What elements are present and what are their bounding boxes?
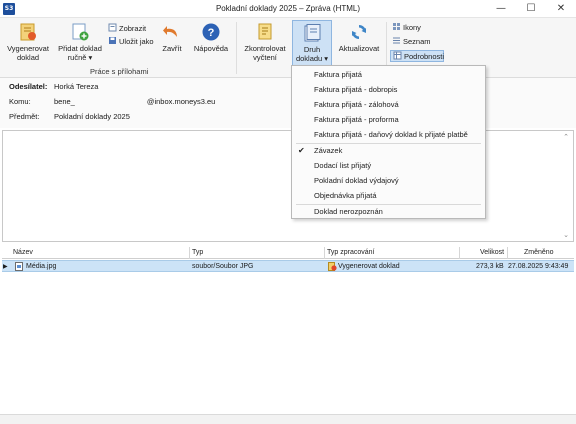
menu-item-pokladni-doklad-vydajovy[interactable]: Pokladní doklad výdajový bbox=[292, 173, 485, 188]
details-icon bbox=[393, 51, 402, 60]
column-divider[interactable] bbox=[507, 247, 508, 259]
menu-item-faktura-dobropis[interactable]: Faktura přijatá - dobropis bbox=[292, 82, 485, 97]
view-icons-option[interactable]: Ikony bbox=[390, 22, 444, 33]
attachment-type: soubor/Soubor JPG bbox=[192, 263, 254, 270]
message-body[interactable]: ⌃ ⌄ bbox=[2, 130, 574, 242]
generate-label-line2: doklad bbox=[16, 53, 40, 62]
view-list-option[interactable]: Seznam bbox=[390, 36, 444, 47]
maximize-button[interactable]: ☐ bbox=[516, 0, 546, 18]
subject-label: Předmět: bbox=[9, 112, 40, 121]
menu-item-faktura-proforma[interactable]: Faktura přijatá - proforma bbox=[292, 112, 485, 127]
menu-item-dodaci-list[interactable]: Dodací list přijatý bbox=[292, 158, 485, 173]
from-label: Odesílatel: bbox=[9, 82, 48, 91]
table-header: Název Typ Typ zpracování Velikost Změněn… bbox=[2, 247, 574, 259]
message-header: Odesílatel: Horká Tereza Komu: bene_ @inbox… bbox=[0, 78, 576, 128]
table-row[interactable]: ▶ Média.jpg soubor/Soubor JPG Vygenerova… bbox=[2, 260, 574, 272]
attachment-name: Média.jpg bbox=[26, 263, 57, 270]
row-pointer-icon: ▶ bbox=[3, 264, 8, 270]
to-value-name: bene_ bbox=[54, 97, 75, 106]
column-modified-header[interactable]: Změněno bbox=[524, 248, 554, 258]
column-size-header[interactable]: Velikost bbox=[480, 248, 504, 258]
status-bar bbox=[0, 414, 576, 424]
menu-item-zavazek[interactable]: ✔ Závazek bbox=[292, 143, 485, 158]
attachments-table: Název Typ Typ zpracování Velikost Změněn… bbox=[2, 247, 574, 415]
document-type-dropdown-button[interactable]: Druh dokladu ▾ bbox=[292, 20, 332, 66]
check-document-icon bbox=[258, 23, 272, 40]
column-name-header[interactable]: Název bbox=[13, 248, 33, 258]
refresh-button[interactable]: Aktualizovat bbox=[336, 22, 382, 53]
column-divider[interactable] bbox=[189, 247, 190, 259]
add-document-icon bbox=[72, 23, 89, 41]
save-icon bbox=[109, 37, 116, 44]
undo-arrow-icon bbox=[163, 26, 177, 37]
column-type-header[interactable]: Typ bbox=[192, 248, 203, 258]
large-icons-icon bbox=[393, 23, 400, 30]
from-value: Horká Tereza bbox=[54, 82, 99, 91]
column-divider[interactable] bbox=[459, 247, 460, 259]
column-processing-header[interactable]: Typ zpracování bbox=[327, 248, 374, 258]
check-extraction-button[interactable]: Zkontrolovat vyčtení bbox=[240, 22, 290, 62]
menu-item-objednavka-prijata[interactable]: Objednávka přijatá bbox=[292, 188, 485, 203]
processing-status-icon bbox=[328, 262, 337, 271]
generate-document-button[interactable]: Vygenerovat doklad bbox=[4, 22, 52, 62]
add-label-line2: ručně ▾ bbox=[67, 53, 93, 62]
to-value-domain: @inbox.moneys3.eu bbox=[146, 97, 216, 106]
title-bar: S3 Pokladní doklady 2025 – Zpráva (HTML)… bbox=[0, 0, 576, 18]
svg-text:?: ? bbox=[208, 27, 215, 39]
help-label: Nápověda bbox=[193, 44, 229, 53]
view-details-option[interactable]: Podrobnosti bbox=[390, 50, 444, 62]
from-row: Odesílatel: Horká Tereza bbox=[9, 81, 98, 93]
image-file-icon bbox=[15, 262, 23, 271]
checkmark-icon: ✔ bbox=[298, 146, 305, 155]
document-type-menu: Faktura přijatá Faktura přijatá - dobrop… bbox=[291, 65, 486, 219]
attachment-processing[interactable]: Vygenerovat doklad bbox=[338, 262, 400, 272]
check-label-line2: vyčtení bbox=[253, 53, 277, 62]
menu-item-faktura-prijata[interactable]: Faktura přijatá bbox=[292, 67, 485, 82]
ribbon-toolbar: Vygenerovat doklad Přidat doklad ručně ▾… bbox=[0, 18, 576, 78]
to-row: Komu: bene_ @inbox.moneys3.eu bbox=[9, 96, 215, 108]
close-window-button[interactable]: ✕ bbox=[546, 0, 576, 18]
menu-item-doklad-nerozpoznan[interactable]: Doklad nerozpoznán bbox=[292, 204, 485, 219]
minimize-button[interactable]: — bbox=[486, 0, 516, 18]
show-attachment-button[interactable]: Zobrazit bbox=[108, 23, 146, 34]
menu-item-faktura-zalohova[interactable]: Faktura přijatá - zálohová bbox=[292, 97, 485, 112]
column-divider[interactable] bbox=[324, 247, 325, 259]
document-type-icon bbox=[304, 24, 321, 42]
list-icon bbox=[393, 37, 400, 44]
help-button[interactable]: ? Nápověda bbox=[192, 22, 230, 53]
to-label: Komu: bbox=[9, 97, 31, 106]
view-details-label: Podrobnosti bbox=[404, 52, 445, 61]
doctype-label-line1: Druh bbox=[303, 45, 321, 54]
close-label: Zavřít bbox=[162, 44, 182, 53]
close-button[interactable]: Zavřít bbox=[158, 22, 186, 53]
refresh-label: Aktualizovat bbox=[338, 44, 380, 53]
view-list-label: Seznam bbox=[403, 37, 431, 46]
add-label-line1: Přidat doklad bbox=[58, 44, 102, 53]
doctype-label-line2: dokladu ▾ bbox=[295, 54, 329, 63]
save-as-label: Uložit jako bbox=[119, 37, 154, 46]
add-document-manually-button[interactable]: Přidat doklad ručně ▾ bbox=[55, 22, 105, 62]
subject-value: Pokladní doklady 2025 bbox=[54, 112, 130, 121]
scroll-up-icon[interactable]: ⌃ bbox=[563, 133, 569, 141]
ribbon-divider bbox=[236, 22, 237, 74]
save-as-button[interactable]: Uložit jako bbox=[108, 36, 154, 47]
generate-document-icon bbox=[20, 23, 36, 41]
show-label: Zobrazit bbox=[119, 24, 147, 33]
help-icon: ? bbox=[202, 23, 220, 41]
menu-item-faktura-danovy-doklad[interactable]: Faktura přijatá - daňový doklad k přijat… bbox=[292, 127, 485, 142]
scroll-down-icon[interactable]: ⌄ bbox=[563, 231, 569, 239]
view-icons-label: Ikony bbox=[403, 23, 421, 32]
menu-item-zavazek-label: Závazek bbox=[314, 146, 343, 155]
generate-label-line1: Vygenerovat bbox=[7, 44, 49, 53]
check-label-line1: Zkontrolovat bbox=[244, 44, 286, 53]
show-icon bbox=[108, 23, 117, 32]
attachment-modified: 27.08.2025 9:43:49 bbox=[508, 263, 569, 270]
attachment-size: 273,3 kB bbox=[476, 263, 504, 270]
subject-row: Předmět: Pokladní doklady 2025 bbox=[9, 111, 130, 123]
attachments-group-label: Práce s přílohami bbox=[90, 67, 149, 76]
refresh-icon bbox=[352, 25, 366, 39]
